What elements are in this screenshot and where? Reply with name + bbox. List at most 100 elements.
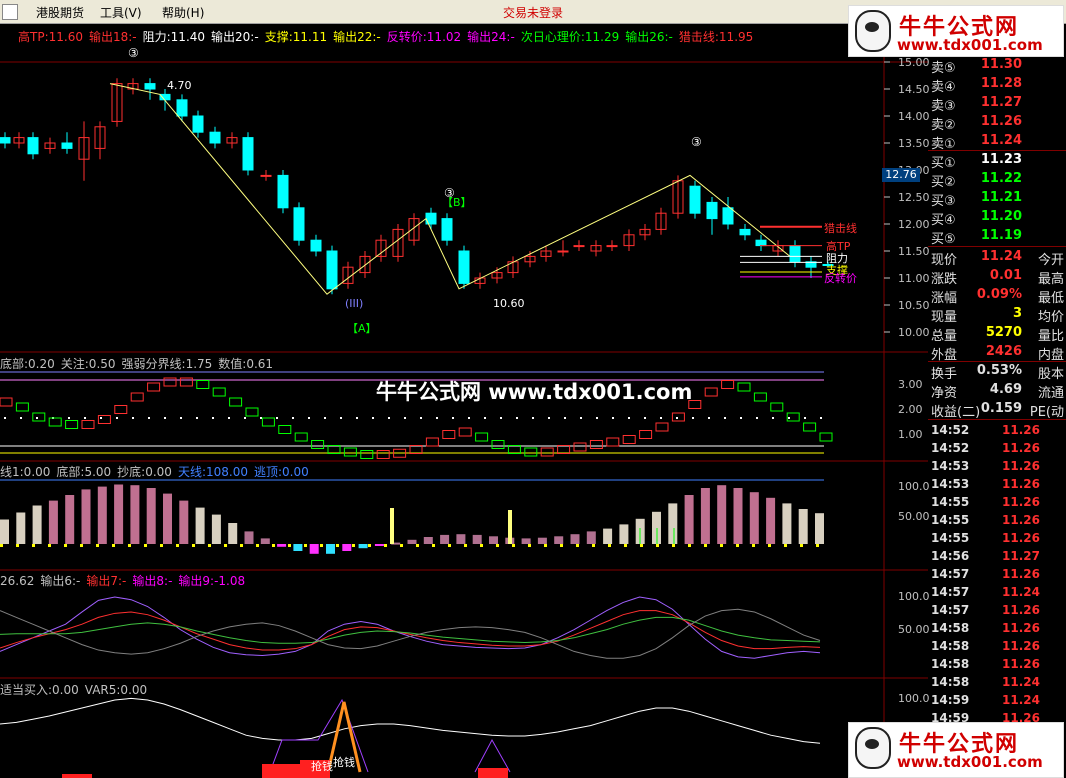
logo-url: www.tdx001.com [897, 753, 1043, 771]
dot-grid [420, 417, 422, 419]
strength-step [425, 437, 439, 447]
orderbook-row[interactable]: 卖④ 11.28 [928, 75, 1066, 95]
dot-grid [164, 417, 166, 419]
tick-price: 11.26 [1002, 477, 1040, 491]
panel1-header-item: 高TP:11.60 [18, 30, 83, 44]
zero-dot [672, 544, 675, 547]
tick-price: 11.26 [1002, 603, 1040, 617]
zero-dot [32, 544, 35, 547]
axis-tick-label: 10.50 [898, 299, 930, 312]
orderbook-row[interactable]: 买④ 11.20 [928, 208, 1066, 228]
panel1-header-item: 猎击线:11.95 [678, 30, 754, 44]
strength-step [491, 440, 505, 449]
zero-dot [128, 544, 131, 547]
dot-grid [532, 417, 534, 419]
tick-price: 11.24 [1002, 585, 1040, 599]
candle-body [209, 131, 221, 144]
candle-body [293, 207, 305, 241]
candle-body [326, 250, 338, 290]
histogram-bar [16, 512, 26, 544]
zero-dot [736, 544, 739, 547]
histogram-bar [228, 523, 238, 544]
panel3-header-item: 天线:108.00 [177, 465, 248, 479]
orderbook-row[interactable]: 买① 11.23 [928, 151, 1066, 171]
stats-row: 涨跌 0.01 最高 [928, 267, 1066, 287]
orderbook-price: 11.23 [980, 152, 1022, 167]
orderbook-row[interactable]: 买⑤ 11.19 [928, 227, 1066, 247]
buy-signal-label-1: 抢钱 [311, 760, 333, 773]
cow-logo-icon [855, 10, 891, 52]
zero-dot [512, 544, 515, 547]
stats-value: 11.24 [980, 249, 1022, 264]
orderbook-row[interactable]: 买② 11.22 [928, 170, 1066, 190]
orderbook-row[interactable]: 买③ 11.21 [928, 189, 1066, 209]
zero-dot [480, 544, 483, 547]
dot-grid [436, 417, 438, 419]
strength-step [245, 407, 259, 417]
menu-item-hk-futures[interactable]: 港股期货 [36, 4, 84, 21]
axis-tick-label: 12.00 [898, 218, 930, 231]
histogram-bar [195, 507, 205, 544]
strength-step [32, 412, 46, 422]
orderbook-price: 11.21 [980, 190, 1022, 205]
zero-dot [560, 544, 563, 547]
zero-dot [768, 544, 771, 547]
tick-row: 14:55 11.26 [928, 493, 1066, 511]
strength-step [360, 450, 374, 459]
orderbook-row[interactable]: 卖③ 11.27 [928, 94, 1066, 114]
tick-time: 14:58 [931, 657, 970, 671]
zero-dot [592, 544, 595, 547]
tick-row: 14:58 11.24 [928, 673, 1066, 691]
tick-row: 14:57 11.24 [928, 583, 1066, 601]
tick-price: 11.26 [1002, 639, 1040, 653]
candle-body [689, 185, 701, 214]
strength-step [147, 382, 161, 392]
app-icon[interactable] [2, 4, 18, 20]
tick-row: 14:55 11.26 [928, 529, 1066, 547]
strength-step [704, 387, 718, 397]
dot-grid [804, 417, 806, 419]
dot-grid [324, 417, 326, 419]
histogram-bar [81, 489, 91, 544]
oscillator-line [0, 608, 821, 659]
stats-label: 净资 [931, 386, 958, 401]
panel1-header-item: 次日心理价:11.29 [520, 30, 620, 44]
tick-row: 14:58 11.26 [928, 637, 1066, 655]
tick-row: 14:58 11.26 [928, 619, 1066, 637]
dot-grid [276, 417, 278, 419]
stats-label: 换手 [931, 367, 958, 382]
wave-iii-label: (III) [345, 297, 364, 310]
orderbook-row[interactable]: 卖② 11.26 [928, 113, 1066, 133]
tick-row: 14:58 11.26 [928, 655, 1066, 673]
tick-time: 14:59 [931, 693, 970, 707]
strength-step [770, 402, 784, 412]
candle-body [176, 99, 188, 117]
strength-step [212, 387, 226, 397]
candle-body [277, 174, 289, 209]
dot-grid [564, 417, 566, 419]
orderbook-row[interactable]: 卖① 11.24 [928, 132, 1066, 152]
tick-time: 14:53 [931, 477, 970, 491]
stats-label: 现量 [931, 310, 958, 325]
histogram-bar [211, 514, 221, 544]
panel3-header-item: 抄底:0.00 [117, 465, 172, 479]
stats-value: 0.53% [976, 363, 1022, 378]
orderbook-row[interactable]: 卖⑤ 11.30 [928, 56, 1066, 76]
tick-time: 14:55 [931, 495, 970, 509]
orderbook-label: 卖⑤ [931, 61, 956, 76]
wave-3-marker-left: ③ [128, 46, 139, 60]
zero-dot [112, 544, 115, 547]
zero-dot [224, 544, 227, 547]
menu-item-help[interactable]: 帮助(H) [162, 4, 204, 21]
histogram-bar [260, 538, 270, 544]
menu-item-tools[interactable]: 工具(V) [100, 4, 142, 21]
strength-step [639, 430, 653, 439]
panel4-header-item: 输出8:- [132, 574, 173, 588]
orderbook-price: 11.19 [980, 228, 1022, 243]
zero-dot [208, 544, 211, 547]
stats-row: 净资 4.69 流通 [928, 381, 1066, 401]
oscillator-line [0, 610, 821, 651]
strength-step [606, 437, 620, 447]
zero-dot [752, 544, 755, 547]
strength-step [343, 447, 357, 457]
